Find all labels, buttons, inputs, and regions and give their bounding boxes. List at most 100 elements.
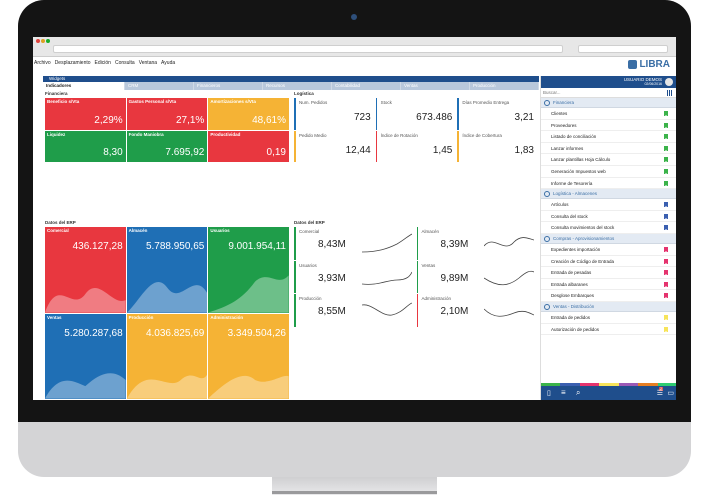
menu-item[interactable]: Desplazamiento <box>55 60 91 66</box>
stat-card[interactable]: Ventas 9,89M <box>416 260 539 294</box>
menu-item[interactable]: Edición <box>95 60 111 66</box>
tab-2[interactable]: Financieros <box>194 82 263 90</box>
bookmark-flag-icon[interactable] <box>664 180 668 187</box>
chat-icon[interactable]: ▭ <box>667 389 674 397</box>
stat-card[interactable]: Administración 2,10M <box>416 294 539 327</box>
section-title: Compras - Aprovisionamientos <box>553 235 615 241</box>
bookmark-flag-icon[interactable] <box>664 326 668 333</box>
stat-label: Almacén <box>421 229 440 234</box>
close-dot-icon[interactable] <box>36 39 40 43</box>
sidebar-item-label: Expedientes importación <box>551 246 601 252</box>
tab-6[interactable]: Producción <box>470 82 539 90</box>
kpi-tile[interactable]: Administración 3.349.504,26 <box>208 313 289 399</box>
sidebar-item[interactable]: Clientes <box>541 108 676 120</box>
tab-3[interactable]: Recursos <box>263 82 332 90</box>
bookmark-flag-icon[interactable] <box>664 134 668 141</box>
bookmark-flag-icon[interactable] <box>664 213 668 220</box>
kpi-tile[interactable]: Amortizaciones s/Vta 48,61% <box>208 98 289 130</box>
sidebar-item[interactable]: Proveedores <box>541 120 676 132</box>
stat-card[interactable]: Días Promedio Entrega 3,21 <box>457 98 538 130</box>
kpi-tile[interactable]: Usuarios 9.001.954,11 <box>208 227 289 313</box>
tab-5[interactable]: Ventas <box>401 82 470 90</box>
sidebar-search-input[interactable]: Buscar... <box>541 88 676 98</box>
sidebar-item[interactable]: Lanzar informes <box>541 143 676 155</box>
apps-grid-icon[interactable] <box>667 90 673 96</box>
stat-value: 8,43M <box>318 239 346 250</box>
kpi-tile[interactable]: Almacén 5.788.950,65 <box>126 227 208 313</box>
tab-4[interactable]: Contabilidad <box>332 82 401 90</box>
stat-card[interactable]: Usuarios 3,93M <box>294 260 416 294</box>
tab-1[interactable]: CRM <box>125 82 194 90</box>
bookmark-flag-icon[interactable] <box>664 270 668 277</box>
stat-card[interactable]: Stock 673.486 <box>375 98 457 130</box>
bookmark-flag-icon[interactable] <box>664 122 668 129</box>
bookmark-icon[interactable]: ▯ <box>547 389 551 397</box>
stat-card[interactable]: Almacén 8,39M <box>416 227 539 260</box>
sidebar-item[interactable]: Autorización de pedidos <box>541 324 676 336</box>
kpi-tile[interactable]: Ventas 5.280.287,68 <box>45 313 126 399</box>
tab-0[interactable]: Indicadores <box>43 82 125 90</box>
bookmark-flag-icon[interactable] <box>664 168 668 175</box>
kpi-tile[interactable]: Productividad 0,19 <box>208 130 289 162</box>
browser-search-field[interactable] <box>578 45 668 53</box>
sidebar-item[interactable]: Lanzar plantillas Hoja Cálculo <box>541 154 676 166</box>
search-icon[interactable]: ⌕ <box>576 388 580 398</box>
bookmark-flag-icon[interactable] <box>664 157 668 164</box>
stat-card[interactable]: Índice de Rotación 1,45 <box>375 130 457 162</box>
kpi-tile[interactable]: Comercial 436.127,28 <box>45 227 126 313</box>
kpi-tile[interactable]: Gastos Personal s/Vta 27,1% <box>126 98 208 130</box>
area-sparkline <box>45 287 126 313</box>
sidebar-item[interactable]: Entrada albaranes <box>541 279 676 291</box>
bookmark-flag-icon[interactable] <box>664 225 668 232</box>
sidebar-item[interactable]: Entrada de pesadas <box>541 267 676 279</box>
sidebar-item[interactable]: Generación Impuestos web <box>541 166 676 178</box>
sidebar-item[interactable]: Consulta movimientos del stock <box>541 222 676 234</box>
menu-item[interactable]: Consulta <box>115 60 135 66</box>
sidebar-item[interactable]: Consulta del stock <box>541 211 676 223</box>
sidebar-item[interactable]: Creación de Código de Entrada <box>541 256 676 268</box>
sidebar-item[interactable]: Entrada de pedidos <box>541 312 676 324</box>
bookmark-flag-icon[interactable] <box>664 202 668 209</box>
stat-card[interactable]: Num. Pedidos 723 <box>294 98 375 130</box>
sidebar-item[interactable]: Listado de conciliación <box>541 131 676 143</box>
stat-value: 8,55M <box>318 306 346 318</box>
bookmark-flag-icon[interactable] <box>664 314 668 321</box>
minimize-dot-icon[interactable] <box>41 39 45 43</box>
menu-item[interactable]: Ayuda <box>161 60 175 66</box>
sidebar-item[interactable]: Desglose Embarques <box>541 290 676 302</box>
stat-card[interactable]: Índice de Cobertura 1,83 <box>457 130 538 162</box>
address-bar[interactable] <box>53 45 563 53</box>
sidebar-section-header[interactable]: Ventas - Distribución <box>541 301 676 312</box>
sidebar-section-header[interactable]: Financiera <box>541 98 676 108</box>
menu-icon[interactable]: ≡ <box>561 388 566 397</box>
bookmark-flag-icon[interactable] <box>664 281 668 288</box>
sidebar-item[interactable]: Expedientes importación <box>541 244 676 256</box>
sidebar-item[interactable]: Informe de Tesorería <box>541 178 676 190</box>
bookmark-flag-icon[interactable] <box>664 258 668 265</box>
stat-card[interactable]: Comercial 8,43M <box>294 227 416 260</box>
tile-label: Gastos Personal s/Vta <box>128 99 177 104</box>
bookmark-flag-icon[interactable] <box>664 111 668 117</box>
stat-value: 1,83 <box>514 144 534 156</box>
kpi-tile[interactable]: Fondo Maniobra 7.695,92 <box>126 130 208 162</box>
bookmark-flag-icon[interactable] <box>664 246 668 253</box>
stat-label: Num. Pedidos <box>299 100 328 105</box>
menu-item[interactable]: Archivo <box>34 60 51 66</box>
sidebar-item[interactable]: Artículos <box>541 199 676 211</box>
kpi-tile[interactable]: Beneficio s/Vta 2,29% <box>45 98 126 130</box>
menu-item[interactable]: Ventana <box>139 60 157 66</box>
area-sparkline <box>45 373 126 399</box>
stat-card[interactable]: Producción 8,55M <box>294 294 416 327</box>
kpi-tile[interactable]: Liquidez 8,30 <box>45 130 126 162</box>
stat-card[interactable]: Pedido Medio 12,44 <box>294 130 375 162</box>
list-icon[interactable]: ☰ <box>657 389 663 397</box>
panel-title: Logística <box>294 91 314 96</box>
bookmark-flag-icon[interactable] <box>664 293 668 300</box>
tile-value: 5.280.287,68 <box>64 327 123 339</box>
sidebar-section-header[interactable]: Logística - Almacenes <box>541 189 676 200</box>
kpi-tile[interactable]: Producción 4.036.825,69 <box>126 313 208 399</box>
bookmark-flag-icon[interactable] <box>664 145 668 152</box>
avatar[interactable] <box>665 78 673 86</box>
maximize-dot-icon[interactable] <box>46 39 50 43</box>
sidebar-section-header[interactable]: Compras - Aprovisionamientos <box>541 233 676 244</box>
